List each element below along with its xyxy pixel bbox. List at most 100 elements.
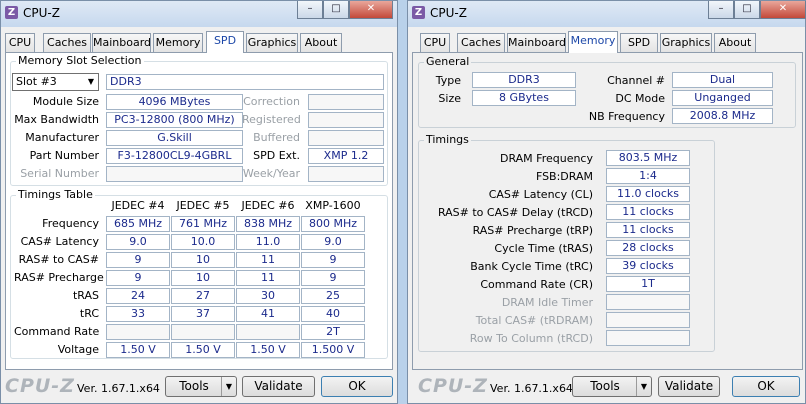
- col-jedec5: JEDEC #5: [176, 199, 230, 212]
- tab-spd[interactable]: SPD: [206, 31, 244, 53]
- cas-latency-value: 11.0 clocks: [606, 186, 690, 202]
- timing-cell: 33: [106, 306, 170, 322]
- timing-cell: [171, 324, 235, 340]
- dc-mode-label: DC Mode: [615, 92, 665, 105]
- tab-cpu[interactable]: CPU: [420, 33, 450, 52]
- tools-button[interactable]: Tools ▼: [165, 376, 237, 397]
- tab-caches[interactable]: Caches: [43, 33, 91, 52]
- timing-cell: 9: [301, 252, 365, 268]
- timing-cell: 685 MHz: [106, 216, 170, 232]
- tab-spd[interactable]: SPD: [620, 33, 658, 52]
- module-size-value: 4096 MBytes: [106, 94, 243, 110]
- serial-number-value: [106, 166, 243, 182]
- tools-label: Tools: [179, 379, 209, 393]
- timing-row-label: Command Rate: [14, 325, 100, 338]
- timing-cell: 9.0: [106, 234, 170, 250]
- row-to-column-label: Row To Column (tRCD): [469, 332, 593, 345]
- trc-label: Bank Cycle Time (tRC): [470, 260, 593, 273]
- cas-latency-label: CAS# Latency (CL): [488, 188, 593, 201]
- timing-row-label: Frequency: [42, 217, 99, 230]
- manufacturer-value: G.Skill: [106, 130, 243, 146]
- tab-mainboard[interactable]: Mainboard: [507, 33, 566, 52]
- version-label: Ver. 1.67.1.x64: [490, 382, 573, 395]
- timing-cell: 40: [301, 306, 365, 322]
- timing-cell: 1.50 V: [171, 342, 235, 358]
- chevron-down-icon[interactable]: ▼: [221, 377, 236, 396]
- timing-cell: 10.0: [171, 234, 235, 250]
- timing-cell: 838 MHz: [236, 216, 300, 232]
- tras-value: 28 clocks: [606, 240, 690, 256]
- timing-cell: 27: [171, 288, 235, 304]
- trp-value: 11 clocks: [606, 222, 690, 238]
- tab-about[interactable]: About: [300, 33, 342, 52]
- week-year-value: [308, 166, 384, 182]
- timing-cell: [236, 324, 300, 340]
- manufacturer-label: Manufacturer: [25, 131, 99, 144]
- timing-cell: 10: [171, 270, 235, 286]
- slot-select-value: Slot #3: [16, 75, 57, 88]
- correction-label: Correction: [243, 95, 300, 108]
- part-number-label: Part Number: [29, 149, 99, 162]
- tab-mainboard[interactable]: Mainboard: [92, 33, 151, 52]
- correction-value: [308, 94, 384, 110]
- validate-button[interactable]: Validate: [242, 376, 315, 397]
- max-bandwidth-value: PC3-12800 (800 MHz): [106, 112, 243, 128]
- ok-button[interactable]: OK: [732, 376, 800, 397]
- channel-label: Channel #: [607, 74, 665, 87]
- timing-cell: [106, 324, 170, 340]
- tools-button[interactable]: Tools ▼: [572, 376, 652, 397]
- max-bandwidth-label: Max Bandwidth: [14, 113, 99, 126]
- maximize-button[interactable]: □: [734, 1, 760, 19]
- dram-idle-timer-value: [606, 294, 690, 310]
- title-bar[interactable]: Z CPU-Z – □ ✕: [1, 1, 397, 27]
- trcd-label: RAS# to CAS# Delay (tRCD): [437, 206, 593, 219]
- tab-graphics[interactable]: Graphics: [246, 33, 298, 52]
- tab-caches[interactable]: Caches: [457, 33, 505, 52]
- maximize-button[interactable]: □: [323, 1, 349, 19]
- minimize-button[interactable]: –: [297, 1, 323, 19]
- footer-bar: CPU-Z Ver. 1.67.1.x64 Tools ▼ Validate O…: [1, 371, 397, 403]
- tab-memory[interactable]: Memory: [153, 33, 203, 52]
- buffered-value: [308, 130, 384, 146]
- spd-ext-value: XMP 1.2: [308, 148, 384, 164]
- trcd-value: 11 clocks: [606, 204, 690, 220]
- validate-button[interactable]: Validate: [658, 376, 720, 397]
- memory-page: General Type DDR3 Size 8 GBytes Channel …: [412, 52, 803, 370]
- minimize-button[interactable]: –: [708, 1, 734, 19]
- dram-frequency-label: DRAM Frequency: [499, 152, 593, 165]
- command-rate-value: 1T: [606, 276, 690, 292]
- dram-frequency-value: 803.5 MHz: [606, 150, 690, 166]
- timing-row-label: tRC: [79, 307, 99, 320]
- tab-cpu[interactable]: CPU: [5, 33, 35, 52]
- timing-cell: 30: [236, 288, 300, 304]
- fsb-dram-label: FSB:DRAM: [535, 170, 593, 183]
- nb-frequency-value: 2008.8 MHz: [672, 108, 773, 124]
- timing-cell: 25: [301, 288, 365, 304]
- col-jedec6: JEDEC #6: [241, 199, 295, 212]
- close-button[interactable]: ✕: [760, 1, 806, 19]
- title-bar[interactable]: Z CPU-Z – □ ✕: [408, 1, 806, 27]
- command-rate-label: Command Rate (CR): [480, 278, 593, 291]
- version-label: Ver. 1.67.1.x64: [77, 382, 160, 395]
- dram-idle-timer-label: DRAM Idle Timer: [501, 296, 593, 309]
- trp-label: RAS# Precharge (tRP): [472, 224, 593, 237]
- cpuz-window-spd: Z CPU-Z – □ ✕ CPU Caches Mainboard Memor…: [0, 0, 398, 404]
- timings-table-label: Timings Table: [16, 188, 95, 201]
- tab-graphics[interactable]: Graphics: [660, 33, 712, 52]
- timing-cell: 800 MHz: [301, 216, 365, 232]
- close-button[interactable]: ✕: [349, 1, 393, 19]
- timing-row-label: CAS# Latency: [20, 235, 99, 248]
- window-title: CPU-Z: [430, 6, 467, 20]
- ok-button[interactable]: OK: [321, 376, 393, 397]
- slot-select[interactable]: Slot #3 ▼: [12, 73, 99, 91]
- timing-cell: 11.0: [236, 234, 300, 250]
- size-label: Size: [438, 92, 461, 105]
- total-cas-value: [606, 312, 690, 328]
- cpuz-app-icon: Z: [412, 6, 425, 19]
- timing-cell: 9: [301, 270, 365, 286]
- tab-memory[interactable]: Memory: [568, 31, 618, 53]
- registered-value: [308, 112, 384, 128]
- timing-cell: 1.50 V: [236, 342, 300, 358]
- tab-about[interactable]: About: [714, 33, 756, 52]
- chevron-down-icon[interactable]: ▼: [636, 377, 651, 396]
